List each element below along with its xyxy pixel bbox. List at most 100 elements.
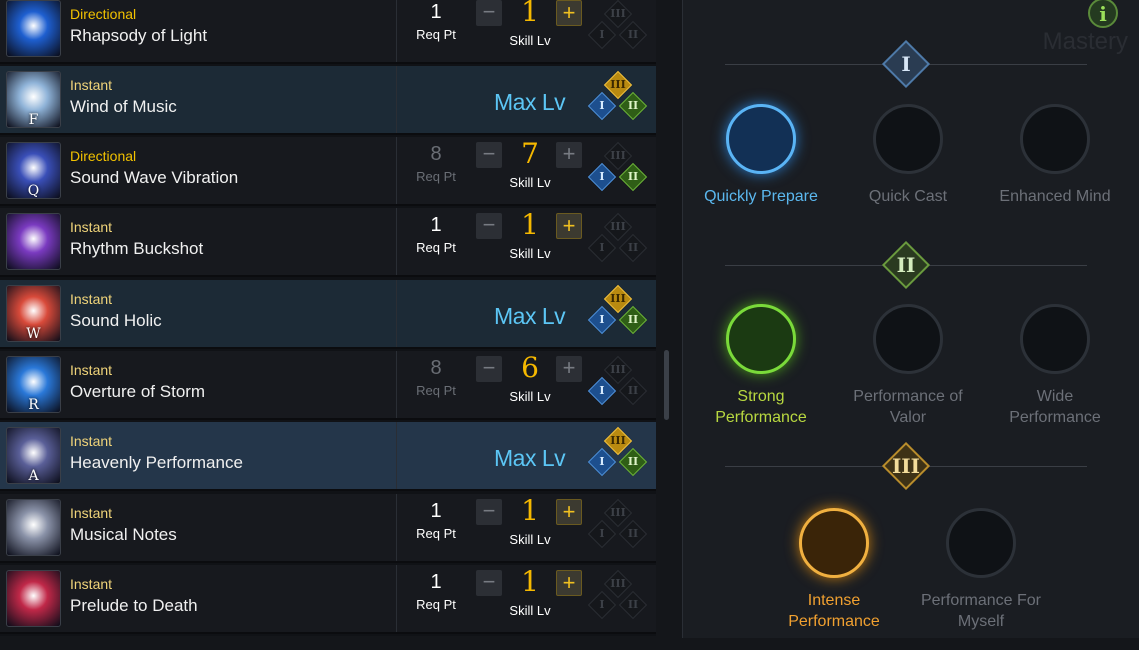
skill-icon[interactable]: W [6,285,61,342]
mastery-node[interactable]: Performance For Myself [915,508,1047,632]
mastery-node-icon[interactable] [726,104,796,174]
skill-name: Overture of Storm [70,382,206,401]
skill-row[interactable]: A Instant Heavenly Performance Max Lv III I… [0,422,656,491]
mastery-node-icon[interactable] [1020,304,1090,374]
tripod-tier-3-icon[interactable]: III [603,212,633,242]
scrollbar[interactable] [664,350,669,420]
tripod-tier-1-icon[interactable]: I [587,590,617,620]
skill-icon[interactable]: A [6,427,61,484]
skill-row[interactable]: F Instant Wind of Music Max Lv III I II [0,66,656,135]
info-button[interactable]: i [1088,0,1118,28]
tripod-tier-3-icon[interactable]: III [603,498,633,528]
skill-row[interactable]: Q Directional Sound Wave Vibration 8 Req P… [0,137,656,206]
decrease-level-button[interactable]: − [476,499,502,525]
hotkey-label: W [26,326,41,342]
skill-type: Instant [70,291,113,307]
tripod-tier-2-icon[interactable]: II [618,233,648,263]
hotkey-label: F [28,112,39,128]
increase-level-button[interactable]: + [556,570,582,596]
skill-icon[interactable] [6,0,61,57]
tripod-tier-1-icon[interactable]: I [587,20,617,50]
tripod-tier-1-icon[interactable]: I [587,91,617,121]
mastery-node[interactable]: Intense Performance [768,508,900,632]
skill-icon[interactable]: F [6,71,61,128]
required-points-value: 1 [430,1,442,23]
mastery-node-icon[interactable] [946,508,1016,578]
tripod-tier-3-icon[interactable]: III [603,426,633,456]
tripod-tier-3-icon[interactable]: III [603,355,633,385]
skill-icon[interactable]: R [6,356,61,413]
mastery-node[interactable]: Quickly Prepare [695,104,827,207]
tripod-tier-2-icon[interactable]: II [618,162,648,192]
tripod-tier-1-icon[interactable]: I [587,162,617,192]
tripod-tier-3-icon[interactable]: III [603,569,633,599]
tripod-tier-2-icon[interactable]: II [618,519,648,549]
tripod-tier-1-icon[interactable]: I [587,519,617,549]
tripod-tier-1-icon[interactable]: I [587,233,617,263]
mastery-node[interactable]: Quick Cast [842,104,974,207]
tripod-tier-3-icon[interactable]: III [603,70,633,100]
increase-level-button[interactable]: + [556,499,582,525]
skill-icon[interactable] [6,213,61,270]
row-divider [396,208,397,275]
skill-row[interactable]: Instant Prelude to Death 1 Req Pt −1 Skill … [0,565,656,634]
increase-level-button[interactable]: + [556,0,582,26]
skill-row[interactable]: Instant Rhythm Buckshot 1 Req Pt −1 Skill L… [0,208,656,277]
skill-type: Directional [70,6,137,22]
mastery-node-label: Strong Performance [715,388,807,426]
tripod-tier-1-icon[interactable]: I [587,376,617,406]
max-level-label: Max Lv [494,89,566,115]
skill-row[interactable]: W Instant Sound Holic Max Lv III I II [0,280,656,349]
row-divider [396,137,397,204]
tripod-tier-2-icon[interactable]: II [618,305,648,335]
panel-background-text: Mastery [1042,28,1128,55]
mastery-node-icon[interactable] [799,508,869,578]
tripod-tier-1-icon[interactable]: I [587,447,617,477]
skill-row[interactable]: R Instant Overture of Storm 8 Req Pt −6 Skil… [0,351,656,420]
mastery-node-icon[interactable] [1020,104,1090,174]
row-divider [396,351,397,418]
tripod-tier-2-icon[interactable]: II [618,91,648,121]
skill-icon[interactable] [6,570,61,627]
mastery-node-icon[interactable] [726,304,796,374]
tripod-indicators: III I II [586,212,652,273]
required-points-value: 1 [430,214,442,236]
increase-level-button[interactable]: + [556,142,582,168]
increase-level-button[interactable]: + [556,356,582,382]
tripod-tier-2-icon[interactable]: II [618,590,648,620]
hotkey-label: Q [27,183,40,199]
decrease-level-button[interactable]: − [476,356,502,382]
skill-row[interactable]: Directional Rhapsody of Light 1 Req Pt −1 S… [0,0,656,64]
tripod-tier-2-icon[interactable]: II [618,447,648,477]
tripod-tier-2-icon[interactable]: II [618,20,648,50]
skill-name: Musical Notes [70,525,177,544]
skill-icon[interactable] [6,499,61,556]
decrease-level-button[interactable]: − [476,0,502,26]
skill-icon[interactable]: Q [6,142,61,199]
increase-level-button[interactable]: + [556,213,582,239]
mastery-node[interactable]: Enhanced Mind [989,104,1121,207]
required-points-value: 1 [430,500,442,522]
tripod-tier-3-icon[interactable]: III [603,284,633,314]
mastery-node[interactable]: Performance of Valor [842,304,974,428]
mastery-node[interactable]: Strong Performance [695,304,827,428]
skill-level-value: 1 [521,494,539,527]
max-level-label: Max Lv [494,303,566,329]
decrease-level-button[interactable]: − [476,213,502,239]
mastery-node-icon[interactable] [873,304,943,374]
decrease-level-button[interactable]: − [476,142,502,168]
tripod-tier-3-icon[interactable]: III [603,0,633,29]
tripod-tier-1-icon[interactable]: I [587,305,617,335]
required-points-label: Req Pt [416,240,456,255]
skill-type: Instant [70,219,113,235]
skill-type: Instant [70,77,113,93]
tier-numeral: II [896,253,916,277]
mastery-node-icon[interactable] [873,104,943,174]
skill-type: Instant [70,576,113,592]
mastery-node[interactable]: Wide Performance [989,304,1121,428]
tripod-tier-3-icon[interactable]: III [603,141,633,171]
tripod-tier-2-icon[interactable]: II [618,376,648,406]
decrease-level-button[interactable]: − [476,570,502,596]
required-points: 1 Req Pt [408,500,464,541]
skill-row[interactable]: Instant Musical Notes 1 Req Pt −1 Skill Lv +… [0,494,656,563]
